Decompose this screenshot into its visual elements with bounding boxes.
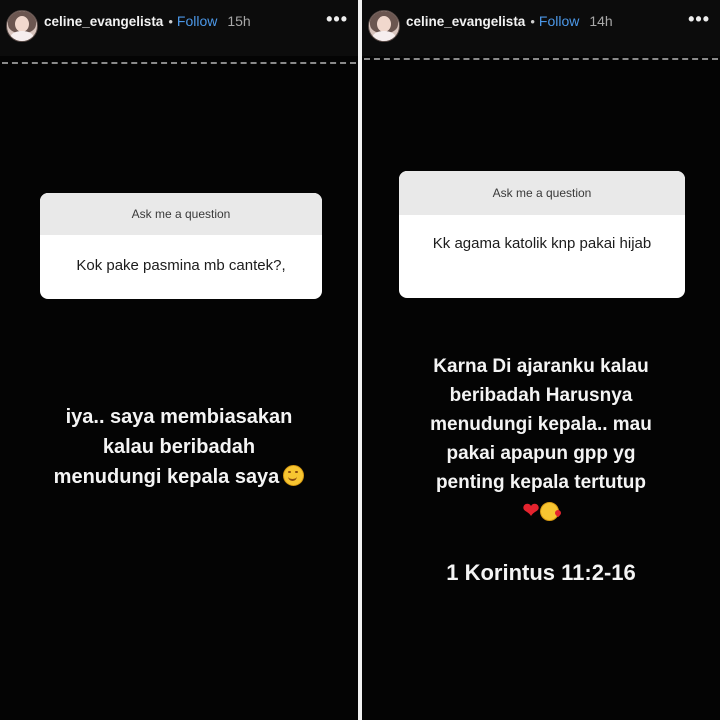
emoji-row: ❤ <box>372 497 710 523</box>
user-info: celine_evangelista • Follow 15h <box>44 13 251 29</box>
bible-verse-reference: 1 Korintus 11:2-16 <box>446 560 636 585</box>
more-options-icon[interactable]: ••• <box>688 10 710 28</box>
face-blowing-kiss-icon <box>540 502 560 522</box>
answer-line-with-emoji: menudungi kepala saya <box>10 462 348 492</box>
follow-button[interactable]: Follow <box>539 13 579 29</box>
answer-line: Karna Di ajaranku kalau <box>433 356 649 377</box>
red-heart-icon: ❤ <box>522 500 540 523</box>
avatar-face <box>377 16 391 32</box>
avatar-dress <box>10 31 34 41</box>
avatar-face <box>15 16 29 32</box>
answer-line: menudungi kepala saya <box>53 466 280 488</box>
answer-line: penting kepala tertutup <box>435 472 647 493</box>
question-text: Kok pake pasmina mb cantek?, <box>76 257 286 274</box>
username[interactable]: celine_evangelista <box>406 14 525 29</box>
story-panel-left: celine_evangelista • Follow 15h ••• Ask … <box>0 0 358 720</box>
story-panel-right: celine_evangelista • Follow 14h ••• Ask … <box>362 0 720 720</box>
post-time: 14h <box>589 13 613 29</box>
story-progress-bar <box>364 58 718 60</box>
answer-line: kalau beribadah <box>102 436 256 458</box>
separator-dot: • <box>530 14 535 29</box>
answer-line: pakai apapun gpp yg <box>446 443 636 464</box>
follow-button[interactable]: Follow <box>177 13 217 29</box>
story-header: celine_evangelista • Follow 15h ••• <box>0 0 358 56</box>
smiling-face-icon <box>283 465 305 486</box>
question-card-header: Ask me a question <box>40 193 322 235</box>
answer-text: Karna Di ajaranku kalau beribadah Harusn… <box>372 352 710 523</box>
post-time: 15h <box>227 13 251 29</box>
avatar-dress <box>372 31 396 41</box>
answer-text: iya.. saya membiasakan kalau beribadah m… <box>10 402 348 492</box>
question-card[interactable]: Ask me a question Kk agama katolik knp p… <box>399 171 685 298</box>
story-comparison: celine_evangelista • Follow 15h ••• Ask … <box>0 0 720 720</box>
story-header: celine_evangelista • Follow 14h ••• <box>362 0 720 56</box>
question-text: Kk agama katolik knp pakai hijab <box>432 235 652 252</box>
story-progress-bar <box>2 62 356 64</box>
profile-avatar[interactable] <box>6 10 38 42</box>
separator-dot: • <box>168 14 173 29</box>
answer-line: beribadah Harusnya <box>449 385 633 406</box>
profile-avatar[interactable] <box>368 10 400 42</box>
question-card[interactable]: Ask me a question Kok pake pasmina mb ca… <box>40 193 322 299</box>
username[interactable]: celine_evangelista <box>44 14 163 29</box>
answer-line: iya.. saya membiasakan <box>65 406 293 428</box>
user-info: celine_evangelista • Follow 14h <box>406 13 613 29</box>
question-card-header: Ask me a question <box>399 171 685 215</box>
more-options-icon[interactable]: ••• <box>326 10 348 28</box>
answer-line: menudungi kepala.. mau <box>430 414 652 435</box>
